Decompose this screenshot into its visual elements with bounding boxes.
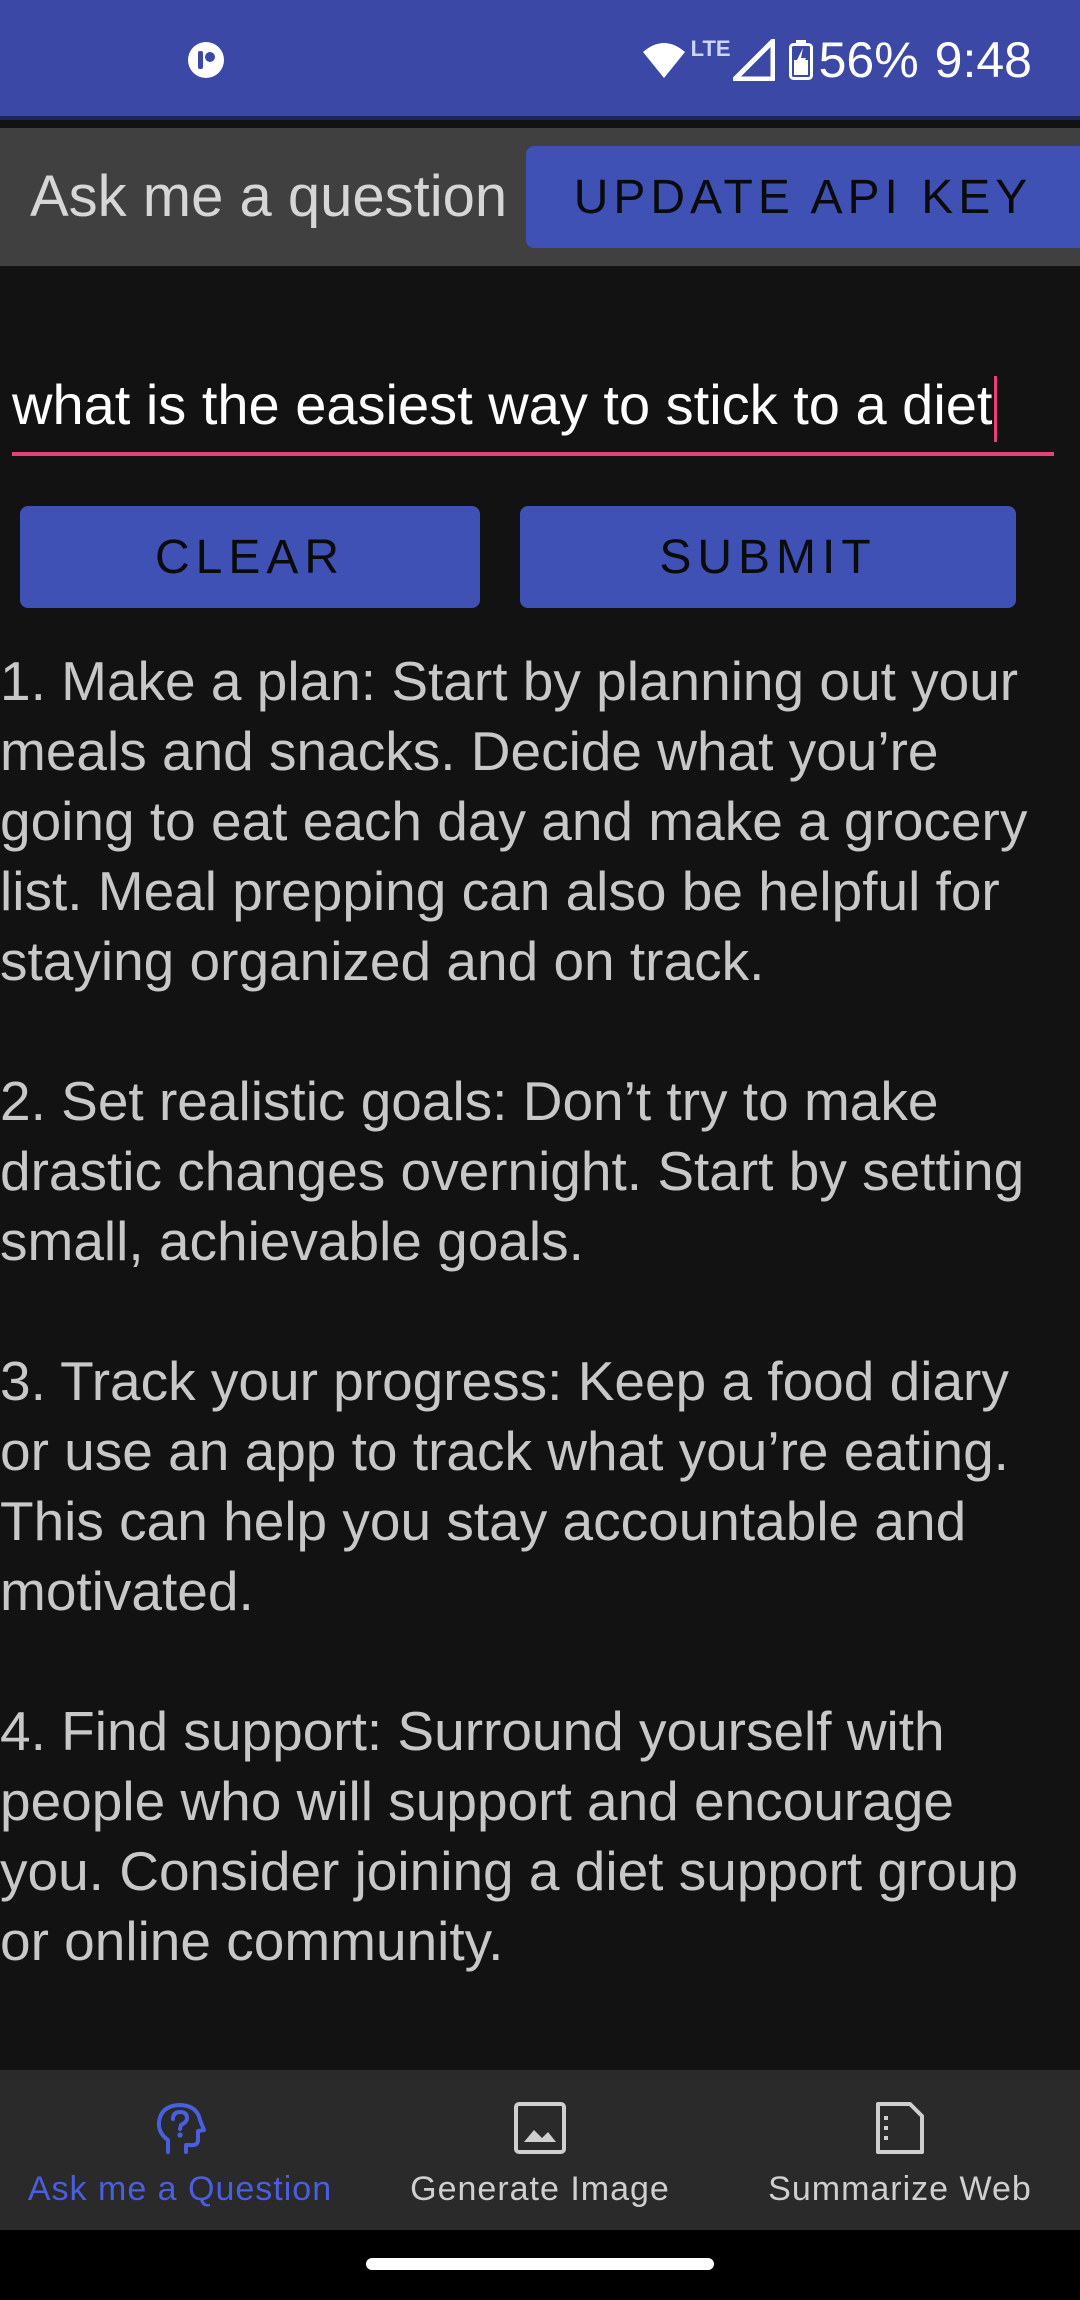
image-icon xyxy=(514,2102,566,2154)
network-type-label: LTE xyxy=(690,36,731,61)
home-gesture-handle[interactable] xyxy=(366,2258,714,2270)
bottom-navigation: Ask me a Question Generate Image Summari… xyxy=(0,2070,1080,2230)
page-title: Ask me a question xyxy=(30,164,508,229)
nav-label: Summarize Web xyxy=(768,2170,1032,2208)
nav-label: Generate Image xyxy=(410,2170,670,2208)
wifi-icon xyxy=(642,43,685,78)
battery-percent: 56% xyxy=(818,32,919,88)
nav-item-ask-question[interactable]: Ask me a Question xyxy=(0,2070,360,2230)
clock: 9:48 xyxy=(934,32,1032,88)
nav-label: Ask me a Question xyxy=(27,2170,333,2208)
app-toolbar: Ask me a question UPDATE API KEY xyxy=(0,128,1080,266)
status-bar: LTE 56% 9:48 xyxy=(0,0,1080,120)
nav-item-summarize-web[interactable]: Summarize Web xyxy=(720,2070,1080,2230)
question-head-icon xyxy=(156,2103,206,2154)
question-input[interactable]: what is the easiest way to stick to a di… xyxy=(12,360,1054,456)
status-indicators: LTE 56% 9:48 xyxy=(641,28,1032,92)
submit-button[interactable]: SUBMIT xyxy=(520,506,1016,608)
nav-item-generate-image[interactable]: Generate Image xyxy=(360,2070,720,2230)
answer-paragraph: 1. Make a plan: Start by planning out yo… xyxy=(0,650,1028,992)
answer-paragraph: 2. Set realistic goals: Don’t try to mak… xyxy=(0,1070,1025,1272)
clear-button[interactable]: CLEAR xyxy=(20,506,480,608)
answer-paragraph: 3. Track your progress: Keep a food diar… xyxy=(0,1350,1009,1622)
app-notification-icon xyxy=(188,42,224,78)
text-cursor xyxy=(994,376,998,443)
gesture-navigation-area xyxy=(0,2230,1080,2300)
document-icon xyxy=(876,2102,924,2154)
signal-icon xyxy=(732,39,775,81)
battery-charging-icon xyxy=(788,40,813,80)
question-input-text: what is the easiest way to stick to a di… xyxy=(12,373,993,436)
answer-paragraph: 4. Find support: Surround yourself with … xyxy=(0,1700,1019,1972)
screen: LTE 56% 9:48 Ask me a question UPDATE AP… xyxy=(0,0,1080,2300)
answer-text: 1. Make a plan: Start by planning out yo… xyxy=(0,646,1060,2046)
update-api-key-button[interactable]: UPDATE API KEY xyxy=(526,146,1080,248)
